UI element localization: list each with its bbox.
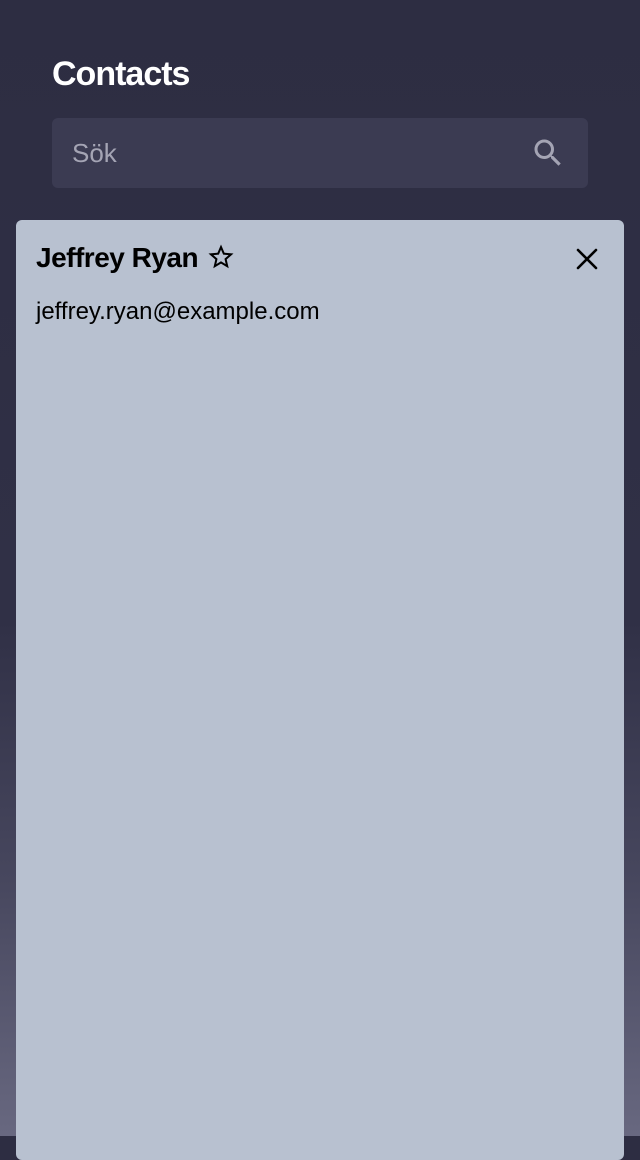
contact-email: jeffrey.ryan@example.com [36, 298, 320, 325]
search-icon [534, 139, 561, 166]
close-icon [576, 248, 598, 270]
star-outline-icon [208, 244, 234, 269]
search-button[interactable] [530, 135, 566, 171]
search-input[interactable] [52, 118, 512, 188]
search-bar [52, 118, 588, 188]
contact-detail-card: Jeffrey Ryan jeffrey.ryan@example.com [16, 220, 624, 1160]
close-button[interactable] [574, 246, 600, 272]
page-title: Contacts [52, 55, 190, 93]
contact-name: Jeffrey Ryan [36, 242, 199, 273]
favorite-button[interactable] [206, 242, 236, 272]
